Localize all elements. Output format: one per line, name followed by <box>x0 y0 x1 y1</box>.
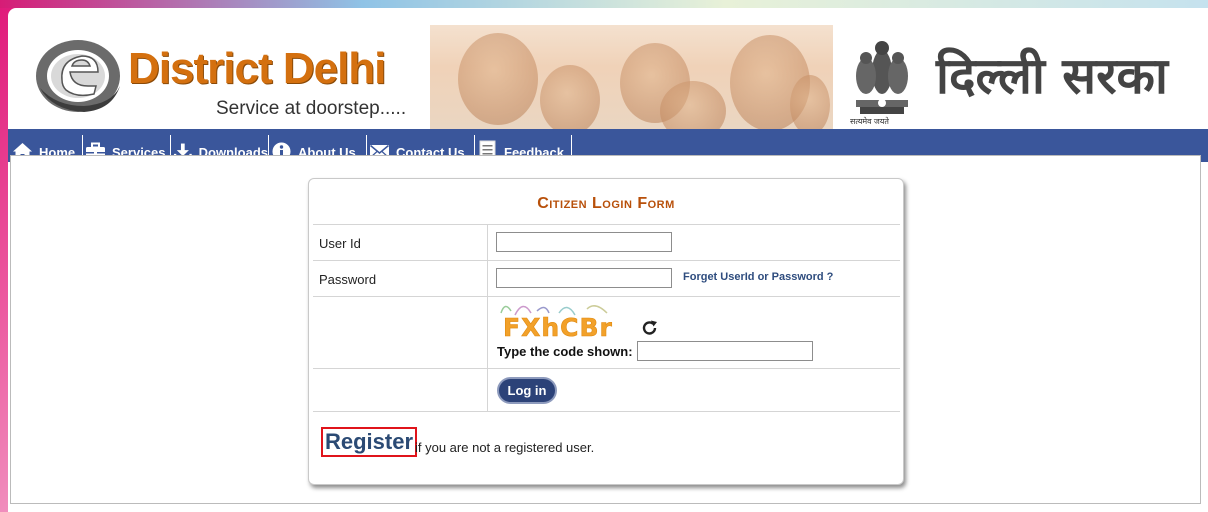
edistrict-logo-icon[interactable] <box>32 30 124 116</box>
national-emblem-icon <box>856 41 908 114</box>
captcha-row: FXhCBr Type the code shown: <box>313 296 900 369</box>
site-logo-title[interactable]: District Delhi <box>128 44 386 94</box>
password-label: Password <box>319 272 377 287</box>
captcha-code-input[interactable] <box>637 341 813 361</box>
login-button[interactable]: Log in <box>497 377 557 404</box>
citizen-login-form: Citizen Login Form User Id Password Forg… <box>308 178 904 485</box>
password-input[interactable] <box>496 268 672 288</box>
refresh-captcha-icon[interactable] <box>641 319 659 337</box>
register-note: if you are not a registered user. <box>415 440 595 455</box>
emblem-motto: सत्यमेव जयते <box>850 117 889 126</box>
header-banner-image <box>430 25 833 129</box>
site-header: District Delhi Service at doorstep..... … <box>8 16 1208 129</box>
government-title-hindi: दिल्ली सरका <box>936 47 1168 105</box>
register-link[interactable]: Register <box>321 427 418 457</box>
forgot-credentials-link[interactable]: Forget UserId or Password ? <box>683 271 833 283</box>
password-row: Password Forget UserId or Password ? <box>313 260 900 297</box>
captcha-code-text: FXhCBr <box>503 313 613 337</box>
site-tagline: Service at doorstep..... <box>216 98 407 119</box>
userid-label: User Id <box>319 236 361 251</box>
top-decorative-stripe <box>0 0 1208 8</box>
form-title: Citizen Login Form <box>537 195 675 212</box>
captcha-code-label: Type the code shown: <box>497 344 633 359</box>
userid-input[interactable] <box>496 232 672 252</box>
userid-row: User Id <box>313 224 900 261</box>
captcha-image: FXhCBr <box>497 303 617 337</box>
login-button-row: Log in <box>313 368 900 412</box>
